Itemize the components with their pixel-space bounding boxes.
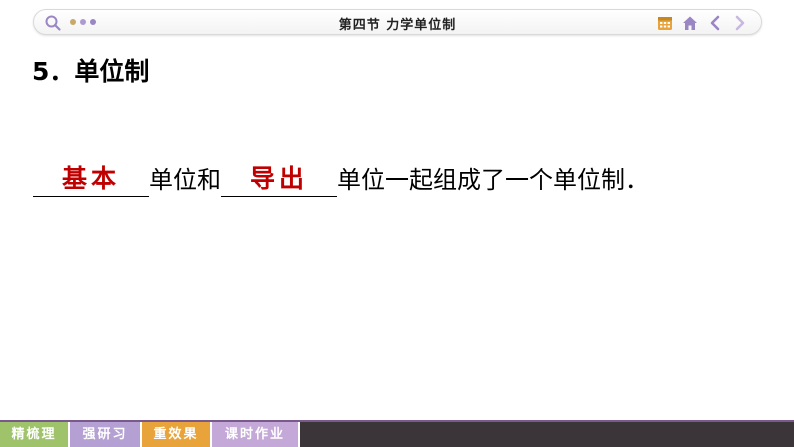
home-icon[interactable] (681, 14, 699, 32)
blank-1-answer: 基本 (61, 164, 120, 193)
tab-qiangyanxi[interactable]: 强研习 (70, 422, 142, 447)
fill-in-sentence: 基本 单位和 导出 单位一起组成了一个单位制． (33, 162, 649, 206)
sentence-text-2: 单位一起组成了一个单位制． (337, 166, 649, 194)
tab-zhongxiaoguo[interactable]: 重效果 (142, 422, 212, 447)
section-heading: 5．单位制 (32, 57, 150, 86)
blank-2[interactable]: 导出 (221, 162, 337, 197)
sentence-text-1: 单位和 (149, 166, 221, 194)
page-title: 第四节 力学单位制 (338, 18, 457, 33)
toolbar-icons (656, 14, 749, 32)
bottom-nav: 精梳理 强研习 重效果 课时作业 (0, 422, 794, 447)
blank-1[interactable]: 基本 (33, 162, 149, 197)
calendar-icon[interactable] (656, 14, 674, 32)
next-arrow-icon[interactable] (731, 14, 749, 32)
blank-2-answer: 导出 (249, 164, 308, 193)
prev-arrow-icon[interactable] (706, 14, 724, 32)
top-toolbar: 第四节 力学单位制 (33, 9, 762, 35)
tab-keshizuoye[interactable]: 课时作业 (212, 422, 300, 447)
tab-jingshuli[interactable]: 精梳理 (0, 422, 70, 447)
